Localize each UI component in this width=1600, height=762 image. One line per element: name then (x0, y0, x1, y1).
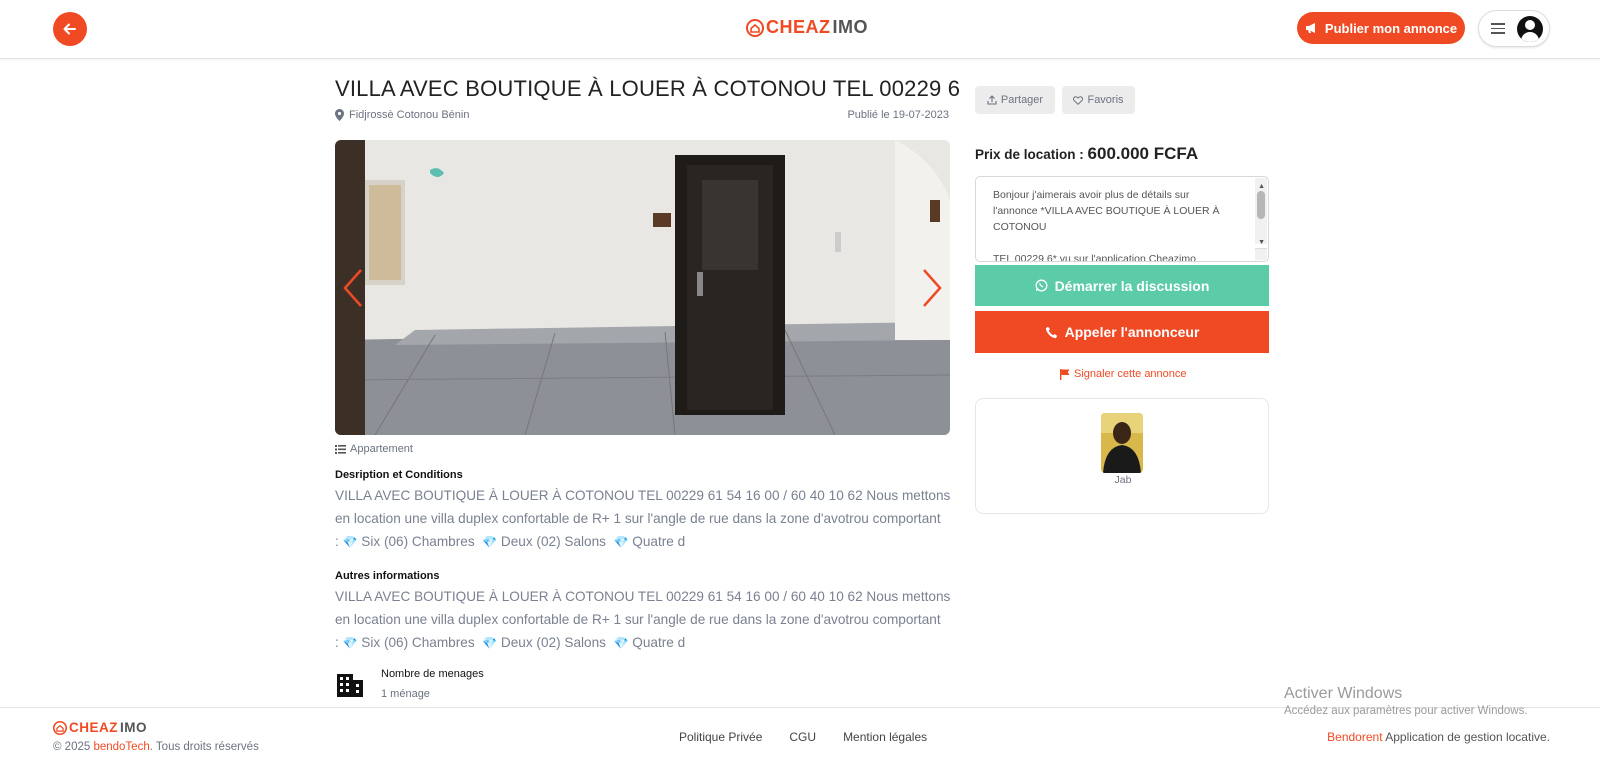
gem-icon: 💎 (613, 636, 629, 650)
description-text: VILLA AVEC BOUTIQUE À LOUER À COTONOU TE… (335, 484, 953, 554)
message-textarea[interactable]: Bonjour j'aimerais avoir plus de détails… (975, 176, 1269, 262)
listing-photo (335, 140, 950, 435)
gem-icon: 💎 (482, 535, 498, 549)
copyright-text: © 2025 bendoTech. Tous droits réservés (53, 741, 259, 753)
legal-notice-link[interactable]: Mention légales (843, 730, 927, 744)
building-icon (337, 674, 363, 697)
favorite-label: Favoris (1087, 94, 1124, 106)
price-label: Prix de location : (975, 147, 1088, 162)
chevron-right-icon[interactable] (916, 266, 946, 310)
description-line: en location une villa duplex confortable… (335, 511, 941, 526)
other-info-line: en location une villa duplex confortable… (335, 612, 941, 627)
share-icon (987, 95, 997, 105)
logo[interactable]: CHEAZ IMO (746, 17, 868, 38)
publish-listing-button[interactable]: Publier mon annonce (1297, 12, 1465, 44)
user-avatar-icon (1517, 15, 1543, 42)
gem-icon: 💎 (613, 535, 629, 549)
top-header: CHEAZ IMO Publier mon annonce (0, 0, 1600, 59)
call-advertiser-button[interactable]: Appeler l'annonceur (975, 311, 1269, 353)
menages-info: Nombre de menages 1 ménage (335, 668, 484, 700)
other-info-line: VILLA AVEC BOUTIQUE À LOUER À COTONOU TE… (335, 589, 951, 604)
report-label: Signaler cette annonce (1074, 368, 1187, 380)
footer: CHEAZ IMO © 2025 bendoTech. Tous droits r… (0, 707, 1600, 762)
menages-label: Nombre de menages (381, 668, 484, 680)
footer-logo[interactable]: CHEAZ IMO (53, 720, 147, 735)
call-advertiser-label: Appeler l'annonceur (1064, 324, 1200, 340)
share-label: Partager (1000, 94, 1044, 106)
user-menu-button[interactable] (1478, 10, 1550, 47)
scrollbar-thumb[interactable] (1257, 191, 1265, 219)
other-info-text: VILLA AVEC BOUTIQUE À LOUER À COTONOU TE… (335, 585, 953, 655)
house-logo-icon (746, 18, 764, 37)
price-value: 600.000 FCFA (1087, 144, 1199, 163)
house-logo-icon (53, 720, 67, 735)
start-discussion-button[interactable]: Démarrer la discussion (975, 265, 1269, 306)
whatsapp-icon (1035, 279, 1048, 292)
gem-icon: 💎 (482, 636, 498, 650)
bendorent-link[interactable]: Bendorent (1327, 730, 1382, 744)
start-discussion-label: Démarrer la discussion (1054, 277, 1210, 294)
message-line: TEL 00229 6* vu sur l'application Cheazi… (993, 253, 1196, 262)
favorite-button[interactable]: Favoris (1062, 86, 1135, 114)
cgu-link[interactable]: CGU (789, 730, 816, 744)
footer-logo-accent: CHEAZ (69, 720, 118, 735)
heart-icon (1073, 95, 1084, 105)
other-info-line: : 💎 Six (06) Chambres 💎 Deux (02) Salons… (335, 635, 686, 650)
owner-avatar[interactable] (1101, 413, 1143, 473)
megaphone-icon (1305, 23, 1315, 33)
chevron-left-icon[interactable] (339, 266, 369, 310)
photo-gallery[interactable] (335, 140, 950, 435)
message-line: Bonjour j'aimerais avoir plus de détails… (993, 189, 1190, 201)
listing-location: Fidjrossè Cotonou Bénin (335, 109, 469, 121)
bendotech-link[interactable]: bendoTech (93, 741, 149, 753)
listing-category: Appartement (335, 443, 413, 455)
owner-card[interactable]: Jab (975, 398, 1269, 514)
gem-icon: 💎 (342, 636, 358, 650)
listing-title: VILLA AVEC BOUTIQUE À LOUER À COTONOU TE… (335, 76, 961, 101)
publish-label: Publier mon annonce (1324, 20, 1458, 36)
back-button[interactable] (53, 12, 87, 46)
report-listing-link[interactable]: Signaler cette annonce (1060, 368, 1187, 380)
resize-handle-icon[interactable] (1255, 248, 1267, 260)
message-line: l'annonce *VILLA AVEC BOUTIQUE À LOUER À (993, 205, 1220, 217)
description-title: Desription et Conditions (335, 469, 463, 481)
menu-icon (1491, 20, 1505, 37)
gem-icon: 💎 (342, 535, 358, 549)
footer-logo-gray: IMO (120, 720, 147, 735)
message-line (993, 235, 1244, 251)
other-info-title: Autres informations (335, 570, 440, 582)
logo-text-gray: IMO (832, 17, 868, 37)
published-date: Publié le 19-07-2023 (847, 109, 949, 121)
footer-links: Politique Privée CGU Mention légales (679, 730, 927, 744)
flag-icon (1060, 368, 1070, 380)
phone-icon (1045, 326, 1057, 338)
message-line: COTONOU (993, 221, 1047, 233)
list-icon (335, 445, 346, 454)
share-button[interactable]: Partager (975, 86, 1055, 114)
scroll-up-icon[interactable]: ▲ (1258, 179, 1265, 195)
bendorent-tagline: Bendorent Application de gestion locativ… (1327, 730, 1550, 744)
privacy-policy-link[interactable]: Politique Privée (679, 730, 762, 744)
description-line: VILLA AVEC BOUTIQUE À LOUER À COTONOU TE… (335, 488, 951, 503)
menages-value: 1 ménage (381, 688, 430, 700)
rent-price: Prix de location : 600.000 FCFA (975, 144, 1198, 164)
owner-name: Jab (1114, 474, 1132, 486)
arrow-left-icon (63, 23, 76, 35)
logo-text-accent: CHEAZ (766, 17, 831, 37)
category-text: Appartement (350, 443, 413, 455)
map-pin-icon (335, 109, 344, 121)
description-line: : 💎 Six (06) Chambres 💎 Deux (02) Salons… (335, 534, 686, 549)
watermark-title: Activer Windows (1284, 685, 1403, 702)
location-text: Fidjrossè Cotonou Bénin (349, 109, 470, 121)
